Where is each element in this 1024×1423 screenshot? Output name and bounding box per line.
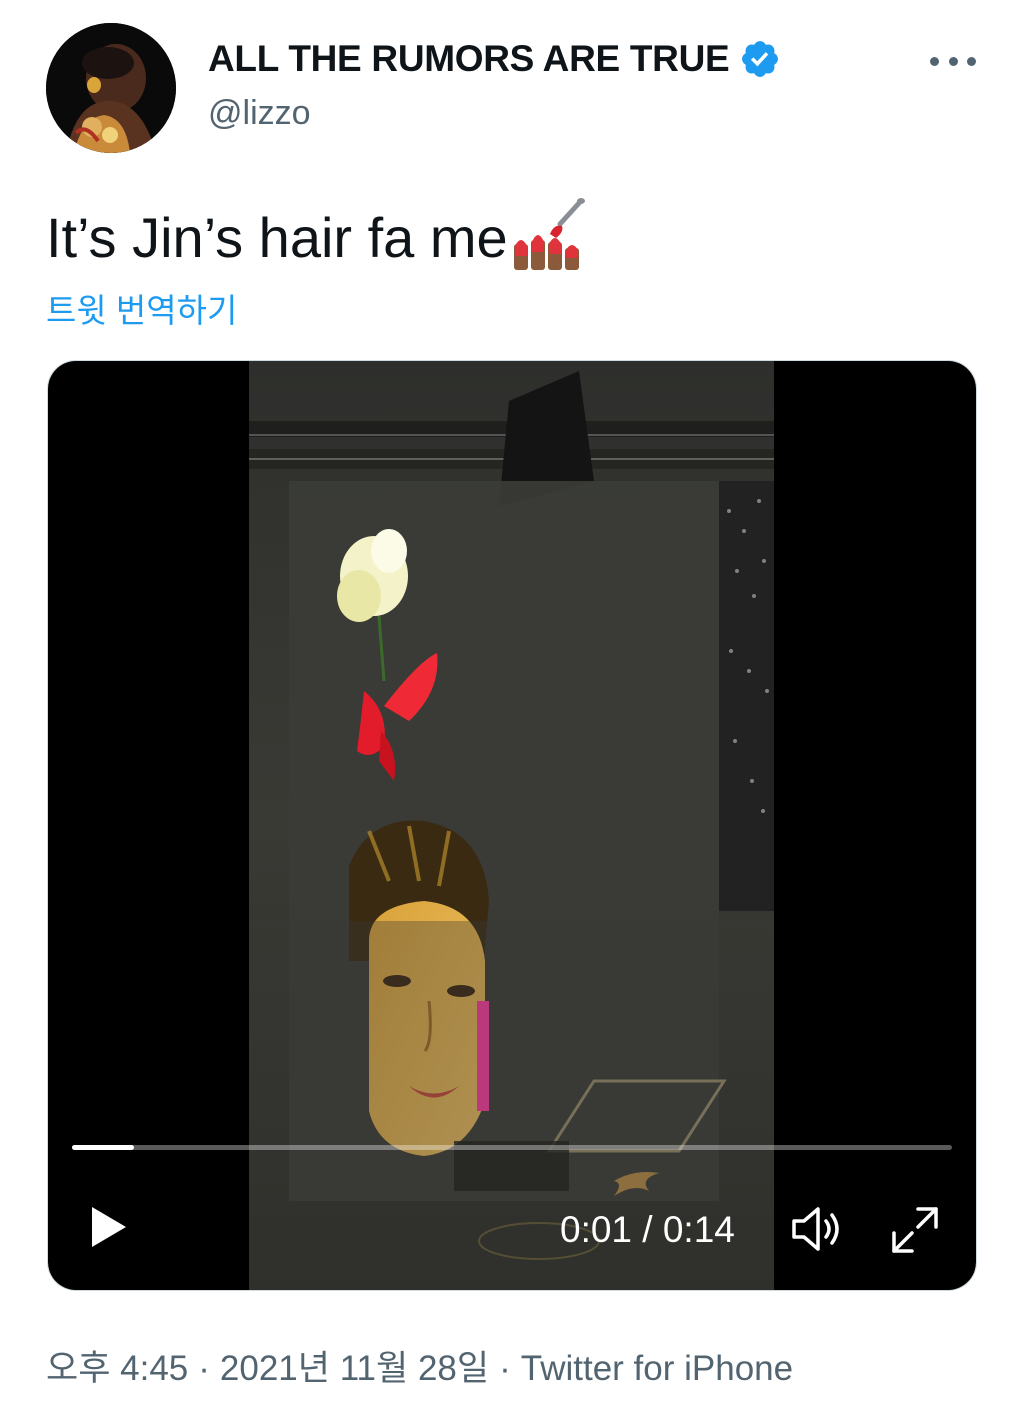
avatar[interactable] bbox=[46, 23, 176, 153]
tweet-text: It’s Jin’s hair fa me bbox=[46, 198, 586, 272]
meta-separator: · bbox=[198, 1349, 210, 1388]
tweet-meta: 오후 4:45 · 2021년 11월 28일 · Twitter for iPhone bbox=[46, 1340, 793, 1391]
video-progress-fill bbox=[72, 1145, 134, 1150]
more-options-icon[interactable] bbox=[930, 46, 976, 76]
tweet-date[interactable]: 2021년 11월 28일 bbox=[220, 1349, 489, 1388]
tweet-body: It’s Jin’s hair fa me bbox=[46, 205, 508, 269]
fullscreen-icon[interactable] bbox=[888, 1203, 942, 1257]
volume-icon[interactable] bbox=[788, 1203, 848, 1255]
video-player[interactable]: 0:01 / 0:14 bbox=[48, 361, 976, 1290]
meta-separator: · bbox=[499, 1349, 511, 1388]
current-time: 0:01 bbox=[560, 1209, 633, 1250]
video-time-readout: 0:01 / 0:14 bbox=[560, 1209, 735, 1251]
duration: 0:14 bbox=[662, 1209, 735, 1250]
user-handle[interactable]: @lizzo bbox=[208, 94, 311, 133]
display-name[interactable]: ALL THE RUMORS ARE TRUE bbox=[208, 38, 730, 80]
video-progress-bar[interactable] bbox=[72, 1145, 952, 1150]
play-icon[interactable] bbox=[86, 1203, 130, 1251]
author-name-row[interactable]: ALL THE RUMORS ARE TRUE bbox=[208, 38, 781, 80]
time-separator: / bbox=[632, 1209, 663, 1250]
verified-badge-icon bbox=[742, 41, 779, 77]
video-frame[interactable] bbox=[249, 361, 774, 1290]
nail-polish-icon bbox=[513, 198, 585, 270]
tweet-time[interactable]: 오후 4:45 bbox=[46, 1349, 188, 1388]
translate-tweet-link[interactable]: 트윗 번역하기 bbox=[46, 284, 237, 332]
tweet-source[interactable]: Twitter for iPhone bbox=[521, 1349, 793, 1388]
profile-photo bbox=[46, 23, 176, 153]
